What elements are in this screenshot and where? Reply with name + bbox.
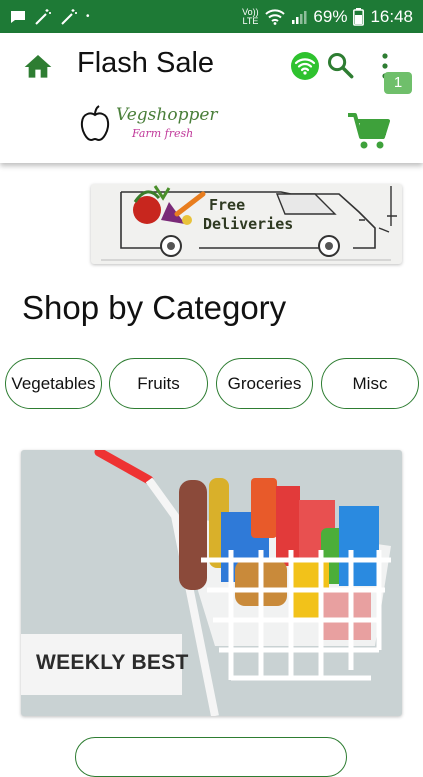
status-bar-system: Vo)) LTE 69% 16:48: [241, 7, 413, 27]
apple-icon: [80, 105, 110, 142]
search-icon[interactable]: [326, 51, 354, 79]
banner-text: Free Deliveries: [203, 196, 293, 234]
message-icon: [11, 10, 25, 23]
app-bar: Flash Sale Vegshopper Farm fresh: [0, 33, 423, 163]
brand-logo: Vegshopper Farm fresh: [78, 103, 218, 149]
weekly-best-label: WEEKLY BEST: [36, 651, 189, 674]
volte-indicator: Vo)) LTE: [242, 6, 259, 26]
logo-brand-text: Vegshopper: [116, 105, 218, 125]
chip-label: Groceries: [227, 373, 302, 393]
chip-label: Misc: [352, 373, 388, 393]
section-title: Shop by Category: [22, 289, 287, 326]
signal-icon: [292, 10, 307, 24]
status-bar: • Vo)) LTE 69% 16:48: [0, 0, 423, 33]
chip-label: Vegetables: [11, 373, 96, 393]
status-bar-notifications: •: [10, 8, 90, 26]
magic-wand-icon: [35, 8, 51, 25]
cart-count-badge: 1: [384, 72, 412, 94]
clock: 16:48: [370, 6, 413, 26]
shopping-cart-icon[interactable]: [346, 109, 392, 151]
banner-line-2: Deliveries: [203, 215, 294, 233]
category-chip-vegetables[interactable]: Vegetables: [5, 358, 102, 409]
magic-wand-icon: [61, 8, 77, 25]
category-chip-groceries[interactable]: Groceries: [216, 358, 313, 409]
battery-icon: [353, 7, 365, 26]
next-card-peek[interactable]: [75, 737, 347, 777]
connectivity-status-icon[interactable]: [290, 51, 320, 81]
weekly-best-card[interactable]: WEEKLY BEST: [21, 450, 402, 716]
dot-icon: •: [86, 11, 90, 22]
page-title: Flash Sale: [77, 47, 215, 79]
banner-line-1: Free: [209, 196, 246, 214]
chip-label: Fruits: [137, 373, 180, 393]
category-chips: Vegetables Fruits Groceries Misc: [5, 358, 423, 410]
category-chip-misc[interactable]: Misc: [321, 358, 419, 409]
free-deliveries-banner[interactable]: Free Deliveries: [91, 184, 402, 264]
battery-percentage: 69%: [313, 6, 348, 26]
wifi-icon: [265, 8, 286, 25]
logo-tagline: Farm fresh: [132, 127, 194, 140]
category-chip-fruits[interactable]: Fruits: [109, 358, 208, 409]
home-icon[interactable]: [22, 51, 54, 83]
